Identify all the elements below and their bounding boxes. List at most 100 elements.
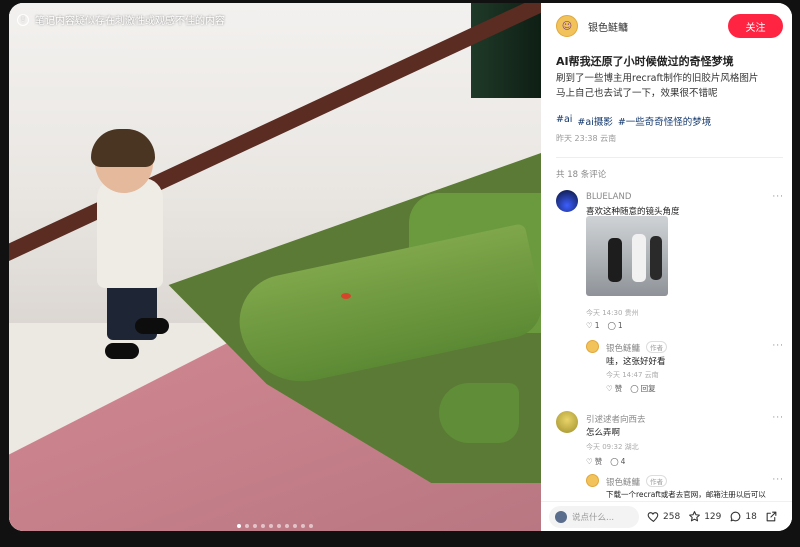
content-warning: ! 笔记内容疑似存在刺激性或观感不佳的内容 [17,12,225,27]
comment-bubble-icon: ◯ [630,384,639,393]
commenter-avatar[interactable] [556,190,578,212]
commenter-name[interactable]: 引逑逑者向西去 [586,413,646,425]
reply-button[interactable]: ◯ 4 [610,456,625,467]
pager-dot[interactable] [309,524,313,528]
more-icon[interactable]: ··· [772,341,784,351]
tag-link[interactable]: #ai摄影 [577,114,612,128]
comment-actions: ♡ 赞 ◯ 回复 [606,383,656,394]
child-shoe-right [135,318,169,334]
reply-item: 银色鲢鳙 作者 ··· 哇，这张好好看 今天 14:47 云南 ♡ 赞 ◯ 回复 [586,340,784,400]
heart-icon: ♡ [586,457,593,466]
post-title: AI帮我还原了小时候做过的奇怪梦境 [556,55,734,68]
pager-dot[interactable] [245,524,249,528]
commenter-avatar[interactable] [586,340,599,353]
image-figure [632,234,646,282]
comment-item: BLUELAND ··· 喜欢这种随意的镜头角度 今天 14:30 贵州 ♡ 1 … [556,190,784,340]
comment-bubble-icon: ◯ [607,321,616,330]
author-info[interactable]: ☺ 银色鲢鳙 [556,15,628,37]
heart-icon: ♡ [586,321,593,330]
commenter-name[interactable]: BLUELAND [586,192,631,202]
comment-input-placeholder: 说点什么... [572,512,615,523]
collect-button[interactable]: 129 [688,510,721,523]
crocodile-leg [439,383,519,443]
like-count: 258 [663,511,681,522]
comment-meta: 今天 09:32 湖北 [586,443,639,451]
comment-button[interactable]: 18 [729,510,757,523]
commenter-avatar[interactable] [556,411,578,433]
commenter-name[interactable]: 银色鲢鳙 [606,478,640,488]
reply-item: 银色鲢鳙 作者 ··· 下载一个recraft或者去官网，邮箱注册以后可以 [586,474,784,504]
comment-text: 怎么弄啊 [586,428,621,438]
heart-icon: ♡ [606,384,613,393]
comment-text: 下载一个recraft或者去官网，邮箱注册以后可以 [606,490,766,499]
post-image[interactable]: ! 笔记内容疑似存在刺激性或观感不佳的内容 [9,3,541,531]
like-label: 赞 [594,457,603,466]
info-icon: ! [17,13,29,26]
like-button[interactable]: ♡ 赞 [586,456,602,467]
pager-dot[interactable] [237,524,241,528]
commenter-avatar[interactable] [586,474,599,487]
post-body: 刷到了一些博主用recraft制作的旧胶片风格图片 马上自己也去试了一下，效果很… [556,71,781,101]
more-icon[interactable]: ··· [772,475,784,485]
content-warning-text: 笔记内容疑似存在刺激性或观感不佳的内容 [35,16,225,27]
reply-label: 回复 [640,384,656,393]
post-body-line: 马上自己也去试了一下，效果很不错呢 [556,88,718,99]
comment-input[interactable]: 说点什么... [549,505,639,528]
divider [556,157,783,158]
pager-dot[interactable] [261,524,265,528]
child-shirt [97,178,163,288]
comment-count: 18 [745,511,757,522]
comment-text: 哇，这张好好看 [606,357,666,367]
like-count: 1 [594,321,600,330]
commenter-name-row: 银色鲢鳙 作者 [606,341,668,354]
pager-dot[interactable] [269,524,273,528]
share-button[interactable] [765,510,778,523]
follow-button[interactable]: 关注 [728,14,783,38]
author-badge: 作者 [646,475,668,487]
comment-item: 引逑逑者向西去 ··· 怎么弄啊 今天 09:32 湖北 ♡ 赞 ◯ 4 [556,411,784,471]
like-label: 赞 [614,384,623,393]
post-meta: 昨天 23:38 云南 [556,134,617,143]
user-avatar [555,510,567,523]
pager-dot[interactable] [253,524,257,528]
comment-meta: 今天 14:47 云南 [606,371,659,379]
pager-dot[interactable] [301,524,305,528]
comment-meta: 今天 14:30 贵州 [586,309,639,317]
commenter-name[interactable]: 银色鲢鳙 [606,344,640,354]
comment-bubble-icon [731,511,741,522]
comment-bubble-icon: ◯ [610,457,619,466]
comments-count: 共 18 条评论 [556,170,607,180]
comment-actions: ♡ 1 ◯ 1 [586,321,623,330]
reply-button[interactable]: ◯ 回复 [630,383,655,394]
author-name[interactable]: 银色鲢鳙 [588,19,628,34]
bottom-engagement-bar: 说点什么... 258 129 18 [541,501,792,531]
image-figure [608,238,622,282]
more-icon[interactable]: ··· [772,192,784,202]
tag-link[interactable]: #ai [556,114,572,128]
reply-count: 4 [620,457,626,466]
post-tags: #ai #ai摄影 #一些奇奇怪怪的梦境 [556,114,711,128]
comment-actions: ♡ 赞 ◯ 4 [586,456,625,467]
author-avatar[interactable]: ☺ [556,15,578,37]
post-body-line: 刷到了一些博主用recraft制作的旧胶片风格图片 [556,73,759,84]
commenter-name-row: 银色鲢鳙 作者 [606,475,668,488]
image-pager-dots [237,524,313,528]
star-icon [689,511,701,522]
tag-link[interactable]: #一些奇奇怪怪的梦境 [618,114,711,128]
crocodile-eye [341,293,351,299]
note-card: ! 笔记内容疑似存在刺激性或观感不佳的内容 ☺ 银色鲢鳙 关注 AI帮我还原了小… [9,3,792,531]
like-post-button[interactable]: 258 [647,510,680,523]
pager-dot[interactable] [277,524,281,528]
image-figure [650,236,662,280]
like-button[interactable]: ♡ 赞 [606,383,622,394]
like-button[interactable]: ♡ 1 [586,321,600,330]
post-panel: ☺ 银色鲢鳙 关注 AI帮我还原了小时候做过的奇怪梦境 刷到了一些博主用recr… [541,3,792,531]
collect-count: 129 [704,511,722,522]
pager-dot[interactable] [293,524,297,528]
heart-icon [647,512,659,523]
pager-dot[interactable] [285,524,289,528]
more-icon[interactable]: ··· [772,413,784,423]
comment-image[interactable] [586,216,668,296]
reply-button[interactable]: ◯ 1 [608,321,623,330]
share-icon [766,511,777,522]
